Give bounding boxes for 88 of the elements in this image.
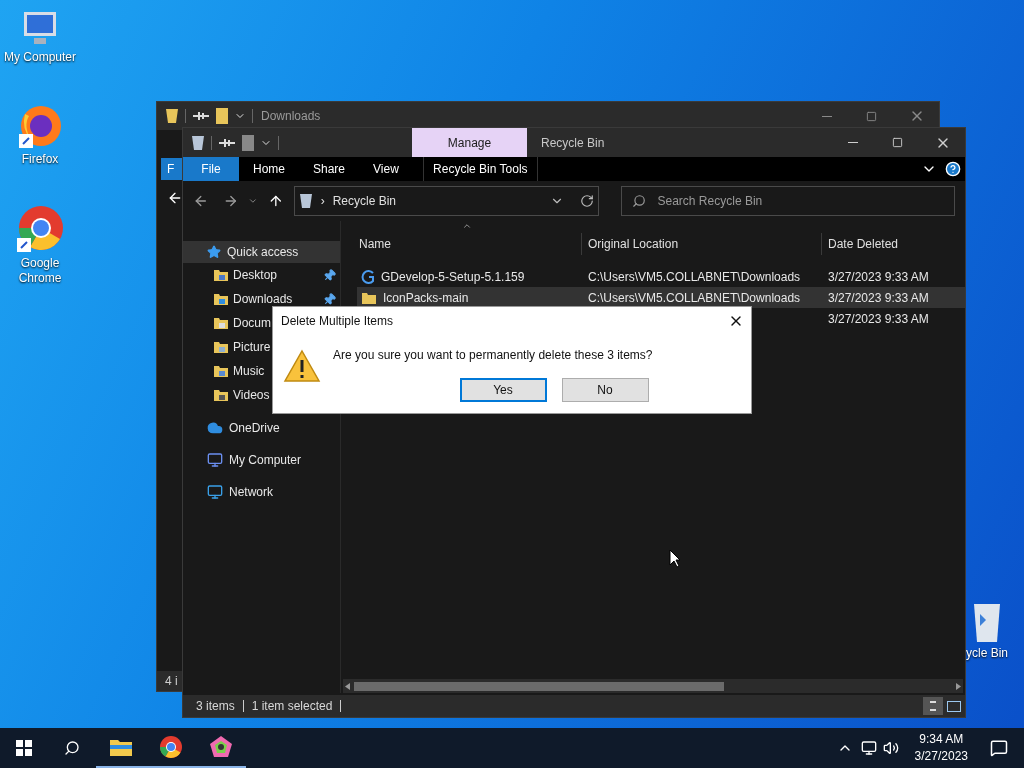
recycle-bin-icon (191, 134, 205, 151)
search-icon (64, 740, 80, 756)
folder-icon (213, 339, 229, 355)
clock[interactable]: 9:34 AM 3/27/2023 (908, 731, 974, 765)
chrome-icon (15, 204, 65, 254)
nav-item[interactable]: My Computer (183, 449, 340, 471)
column-header[interactable]: Original Location (582, 233, 822, 255)
back-icon[interactable] (193, 193, 209, 209)
search-field[interactable]: Search Recycle Bin (620, 186, 955, 216)
network-icon[interactable] (860, 740, 877, 756)
folder-icon (213, 387, 229, 403)
folder-icon[interactable] (242, 134, 254, 151)
folder-icon (109, 737, 133, 757)
pentagon-app-icon (209, 735, 233, 759)
volume-icon[interactable] (882, 740, 899, 756)
location-text: C:\Users\VM5.COLLABNET\Downloads (588, 269, 801, 284)
tiles-view-icon[interactable] (947, 700, 961, 712)
recycle-bin-icon (165, 108, 179, 124)
nav-item[interactable]: OneDrive (183, 417, 340, 439)
ribbon-tab[interactable]: View (359, 157, 413, 181)
nav-item[interactable]: Desktop (183, 263, 340, 287)
status-text: 4 i (165, 673, 178, 690)
column-header[interactable]: Name (353, 233, 582, 255)
recycle-bin-icon (298, 193, 313, 209)
dialog-button[interactable]: Yes (459, 378, 547, 402)
window-title: Recycle Bin (541, 134, 605, 152)
file-row[interactable]: IconPacks-main C:\Users\VM5.COLLABNET\Downloads 3/27/2023 9:33 AM (357, 287, 965, 308)
notifications-icon[interactable] (990, 739, 1008, 757)
file-name: GDevelop-5-Setup-5.1.159 (381, 268, 525, 286)
dialog-message: Are you sure you want to permanently delete these 3 items? (333, 347, 653, 364)
column-header[interactable]: Date Deleted (822, 233, 952, 255)
nav-item[interactable]: Downloads (183, 287, 340, 311)
divider-bar (211, 135, 212, 150)
file-row[interactable]: GDevelop-5-Setup-5.1.159 C:\Users\VM5.COLLABNET\Downloads 3/27/2023 9:33 AM (357, 266, 965, 287)
file-tab[interactable]: File (183, 157, 239, 181)
maximize-icon (892, 137, 903, 148)
scrollbar-thumb[interactable] (354, 681, 724, 691)
status-text: 3 items (196, 698, 235, 715)
divider-bar (252, 109, 253, 123)
location-text: C:\Users\VM5.COLLABNET\Downloads (588, 290, 801, 305)
status-text: 1 item selected (251, 698, 333, 715)
desktop-icon-label[interactable]: ycle Bin (966, 646, 1008, 661)
app-icon (361, 269, 375, 284)
cloud-icon (207, 420, 223, 436)
maximize-icon (866, 110, 877, 122)
firefox-icon (17, 104, 63, 150)
nav-item[interactable]: Quick access (183, 241, 340, 263)
details-view-icon[interactable] (923, 697, 943, 715)
mouse-cursor-icon (669, 549, 681, 568)
pin-icon[interactable] (218, 137, 236, 148)
divider-bar (185, 109, 186, 123)
horizontal-scrollbar[interactable] (343, 679, 963, 693)
windows-logo-icon (16, 740, 32, 756)
star-icon (207, 245, 221, 259)
minimize-icon (847, 142, 858, 143)
dialog-title: Delete Multiple Items (281, 313, 395, 330)
path-separator[interactable]: › (320, 192, 325, 210)
warning-icon (283, 349, 321, 383)
file-tab[interactable]: F (161, 158, 183, 180)
recent-icon[interactable] (248, 196, 258, 206)
computer-icon (207, 452, 223, 468)
search-icon (631, 194, 646, 208)
date-text: 3/27/2023 9:33 AM (828, 289, 929, 307)
sort-caret-icon (462, 221, 472, 231)
nav-item[interactable]: Network (183, 481, 340, 503)
pin-icon[interactable] (192, 111, 210, 121)
network-icon (207, 484, 223, 500)
ribbon-tab[interactable]: Home (239, 157, 299, 181)
dialog-button[interactable]: No (561, 378, 649, 402)
file-name: IconPacks-main (383, 289, 469, 307)
scroll-left-icon[interactable] (345, 682, 350, 690)
chrome-icon (159, 735, 183, 759)
up-icon[interactable] (268, 193, 284, 209)
refresh-icon[interactable] (579, 194, 594, 208)
window-title: Downloads (261, 108, 321, 125)
help-icon[interactable] (945, 161, 961, 177)
context-tab-group: Manage (412, 128, 527, 157)
folder-icon (213, 363, 229, 379)
folder-icon (213, 315, 229, 331)
divider-bar (278, 135, 279, 150)
minimize-icon (821, 115, 832, 117)
date-text: 3/27/2023 9:33 AM (828, 268, 929, 286)
path-text: Recycle Bin (332, 193, 396, 210)
scroll-right-icon[interactable] (956, 682, 961, 690)
ribbon-tab[interactable]: Share (299, 157, 360, 181)
folder-icon (213, 291, 229, 307)
address-bar[interactable]: › Recycle Bin (293, 186, 599, 216)
folder-icon (213, 267, 229, 283)
